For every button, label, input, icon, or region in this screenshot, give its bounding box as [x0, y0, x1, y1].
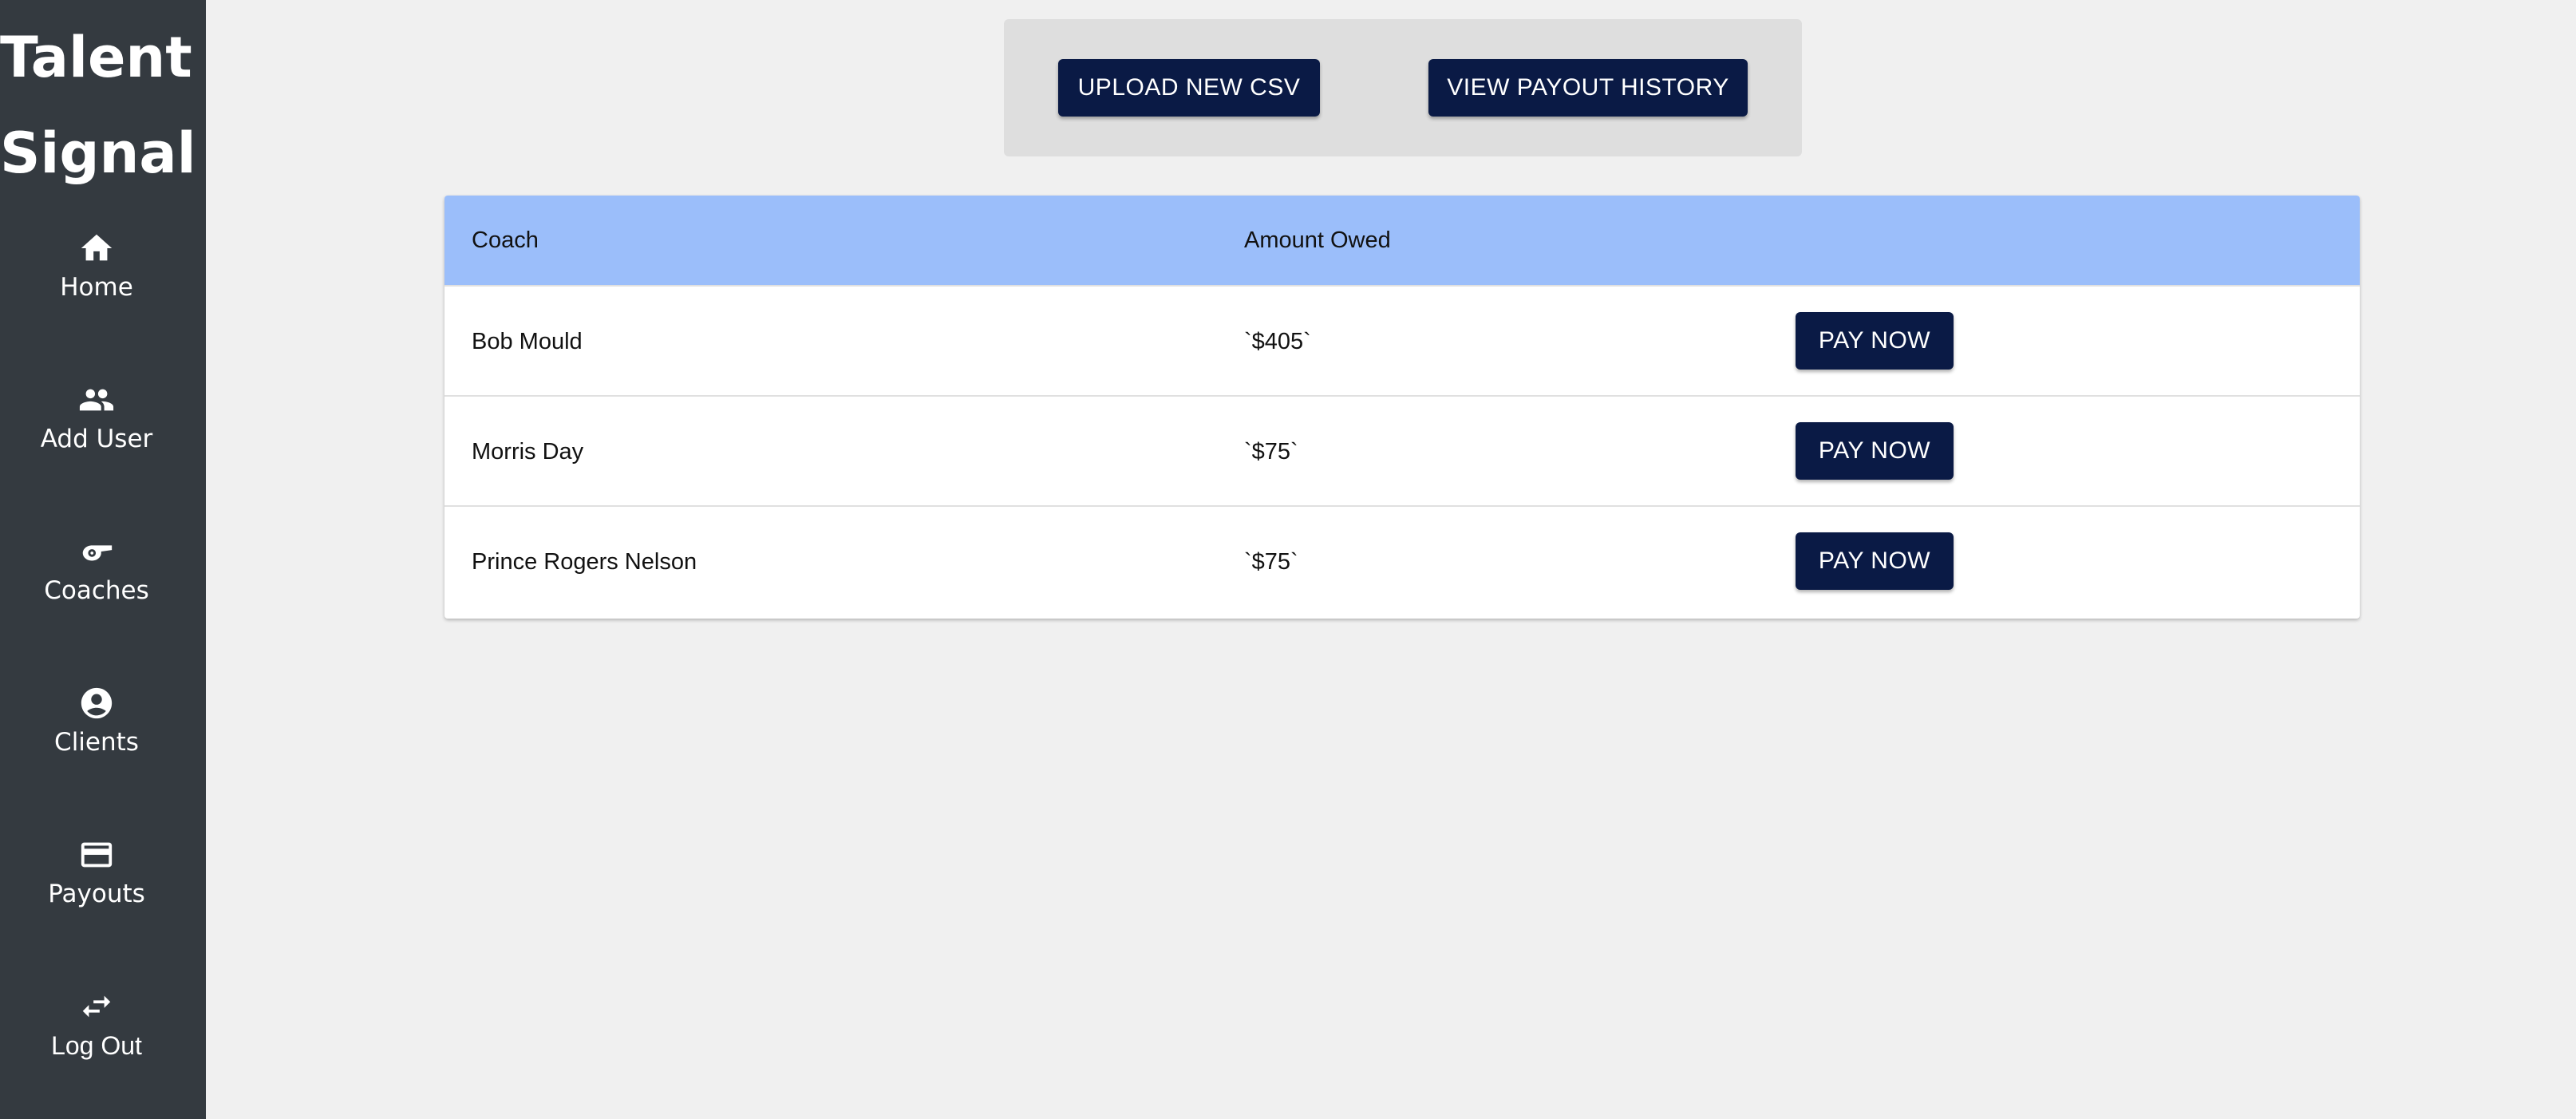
- coach-name: Bob Mould: [472, 329, 583, 354]
- pay-now-button[interactable]: PAY NOW: [1796, 532, 1954, 590]
- brand-line-2: Signal: [0, 121, 196, 186]
- sidebar-item-coaches[interactable]: Coaches: [0, 533, 193, 653]
- table-row: Morris Day `$75` PAY NOW: [444, 395, 2360, 505]
- sidebar-item-label: Log Out: [51, 1031, 142, 1060]
- sidebar-item-payouts[interactable]: Payouts: [0, 836, 193, 956]
- amount-owed: `$75`: [1244, 439, 1298, 465]
- sidebar-item-label: Clients: [54, 728, 139, 757]
- pay-now-button[interactable]: PAY NOW: [1796, 422, 1954, 480]
- coach-name: Morris Day: [472, 439, 584, 465]
- view-payout-history-button[interactable]: VIEW PAYOUT HISTORY: [1428, 59, 1748, 117]
- brand-logo: Talent Signal: [0, 10, 196, 201]
- account-circle-icon: [78, 685, 115, 722]
- amount-owed: `$405`: [1244, 329, 1311, 354]
- pay-now-button[interactable]: PAY NOW: [1796, 312, 1954, 370]
- sidebar-item-label: Home: [60, 273, 133, 302]
- amount-owed: `$75`: [1244, 549, 1298, 575]
- sidebar-item-label: Payouts: [48, 880, 145, 908]
- brand-line-1: Talent: [0, 25, 192, 90]
- table-row: Prince Rogers Nelson `$75` PAY NOW: [444, 505, 2360, 615]
- sidebar-item-add-user[interactable]: Add User: [0, 382, 193, 501]
- sidebar-item-label: Add User: [40, 425, 153, 453]
- action-panel: UPLOAD NEW CSV VIEW PAYOUT HISTORY: [1004, 19, 1802, 156]
- credit-card-icon: [78, 836, 115, 873]
- column-header-amount-owed: Amount Owed: [1244, 227, 1391, 253]
- home-icon: [78, 230, 115, 267]
- sidebar-item-log-out[interactable]: Log Out: [0, 988, 193, 1108]
- column-header-coach: Coach: [472, 227, 539, 253]
- payouts-table: Coach Amount Owed Bob Mould `$405` PAY N…: [444, 196, 2360, 619]
- whistle-icon: [78, 533, 115, 570]
- table-header: Coach Amount Owed: [444, 196, 2360, 285]
- upload-csv-button[interactable]: UPLOAD NEW CSV: [1058, 59, 1320, 117]
- sidebar-item-clients[interactable]: Clients: [0, 685, 193, 805]
- table-row: Bob Mould `$405` PAY NOW: [444, 285, 2360, 395]
- people-icon: [78, 382, 115, 418]
- sidebar-item-label: Coaches: [44, 576, 149, 605]
- sidebar: Talent Signal Home Add User Coaches Clie…: [0, 0, 206, 1119]
- sidebar-item-home[interactable]: Home: [0, 230, 193, 350]
- coach-name: Prince Rogers Nelson: [472, 549, 697, 575]
- swap-arrows-icon: [78, 988, 115, 1025]
